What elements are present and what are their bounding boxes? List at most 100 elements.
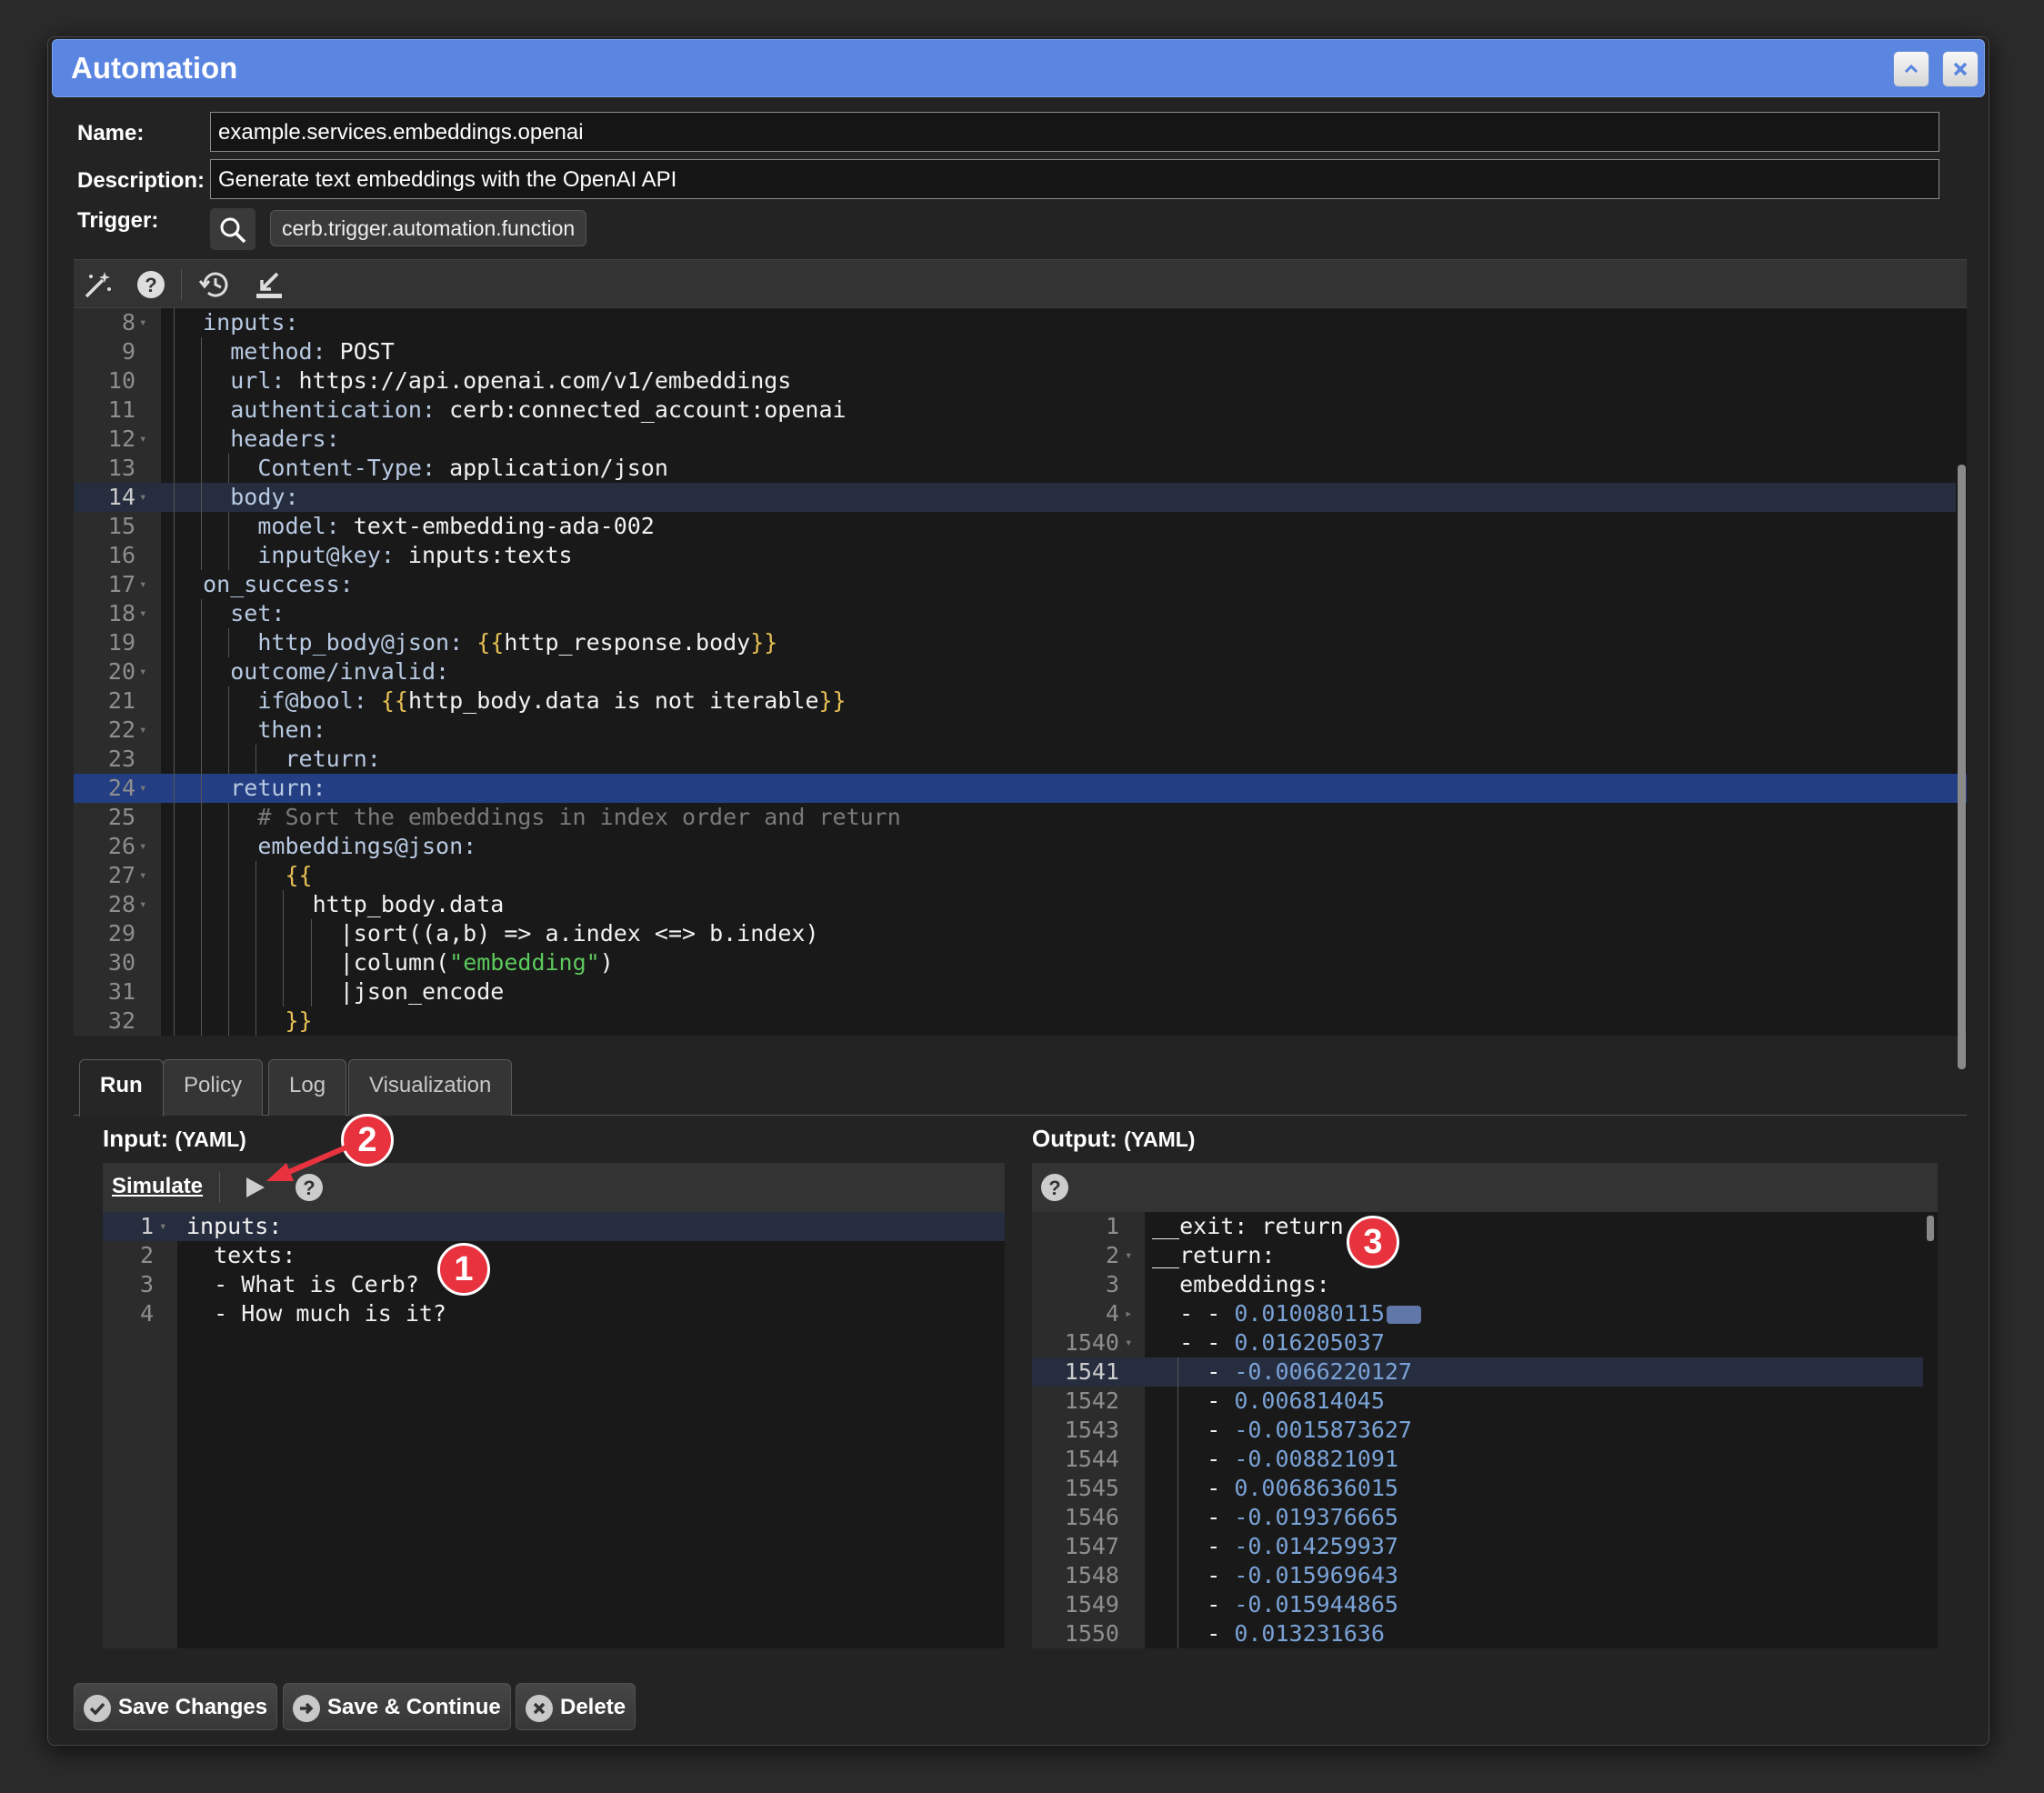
output-line[interactable]: 1544 - -0.008821091 [1032,1445,1923,1474]
code-line[interactable]: 30 |column("embedding") [74,948,1967,977]
code-line[interactable]: 31 |json_encode [74,977,1967,1007]
fold-toggle-icon[interactable]: ▾ [139,425,146,454]
close-button[interactable] [1942,51,1979,87]
fold-toggle-icon[interactable]: ▾ [159,1212,166,1241]
output-line[interactable]: 1542 - 0.006814045 [1032,1387,1923,1416]
embedding-value: 0.016205037 [1234,1329,1385,1356]
fold-toggle-icon[interactable]: ▾ [139,483,146,512]
tab-policy[interactable]: Policy [163,1059,264,1116]
input-line[interactable]: 3 - What is Cerb? [103,1270,1005,1299]
code-line[interactable]: 24 ▾ return: [74,774,1967,803]
code-text: input@key: inputs:texts [257,541,572,570]
simulate-link[interactable]: Simulate [112,1174,203,1199]
indent-guide [174,716,175,745]
code-line[interactable]: 13 Content-Type: application/json [74,454,1967,483]
code-line[interactable]: 16 input@key: inputs:texts [74,541,1967,570]
input-line[interactable]: 4 - How much is it? [103,1299,1005,1328]
fold-toggle-icon[interactable]: ▾ [139,774,146,803]
yaml-value: ) [599,949,614,976]
yaml-key: url: [230,367,286,394]
code-line[interactable]: 23 return: [74,745,1967,774]
annotation-arrow-icon [266,1144,350,1181]
dialog-titlebar[interactable]: Automation [52,39,1985,97]
code-line[interactable]: 17 ▾ on_success: [74,570,1967,599]
code-line[interactable]: 8 ▾ inputs: [74,308,1967,337]
output-line[interactable]: 4 ▸ - - 0.010080115 [1032,1299,1923,1328]
output-line[interactable]: 1547 - -0.014259937 [1032,1532,1923,1561]
code-line[interactable]: 19 http_body@json: {{http_response.body}} [74,628,1967,657]
line-number: 1547 [1064,1533,1119,1559]
help-icon[interactable]: ? [1039,1172,1070,1207]
output-line[interactable]: 1543 - -0.0015873627 [1032,1416,1923,1445]
save-continue-button[interactable]: Save & Continue [283,1683,511,1730]
code-line[interactable]: 15 model: text-embedding-ada-002 [74,512,1967,541]
fold-toggle-icon[interactable]: ▾ [139,657,146,686]
indent-guide [174,803,175,832]
code-line[interactable]: 32}} [74,1007,1967,1036]
editor-scrollbar[interactable] [1958,465,1966,1069]
tab-run[interactable]: Run [79,1059,164,1117]
fold-toggle-icon[interactable]: ▾ [139,570,146,599]
line-number: 14 [107,484,135,510]
output-line[interactable]: 1 __exit: return [1032,1212,1923,1241]
code-line[interactable]: 10 url: https://api.openai.com/v1/embeddi… [74,366,1967,396]
output-line[interactable]: 1545 - 0.0068636015 [1032,1474,1923,1503]
script-editor[interactable]: 8 ▾ inputs: 9 method: POST 10 url: https://api… [74,308,1967,1036]
indent-guide [201,425,203,454]
output-line[interactable]: 2 ▾ __return: [1032,1241,1923,1270]
fold-toggle-icon[interactable]: ▾ [139,308,146,337]
code-line[interactable]: 27 ▾ {{ [74,861,1967,890]
name-field[interactable]: example.services.embeddings.openai [210,112,1939,152]
collapse-button[interactable] [1893,51,1929,87]
fold-toggle-icon[interactable]: ▸ [1125,1299,1132,1328]
input-line[interactable]: 2 texts: [103,1241,1005,1270]
fold-toggle-icon[interactable]: ▾ [139,599,146,628]
output-line[interactable]: 1541 - -0.0066220127 [1032,1357,1923,1387]
code-line[interactable]: 21 if@bool: {{http_body.data is not itera… [74,686,1967,716]
output-line[interactable]: 1540 ▾ - - 0.016205037 [1032,1328,1923,1357]
history-icon[interactable] [198,269,232,305]
output-line[interactable]: 3 embeddings: [1032,1270,1923,1299]
tab-log[interactable]: Log [268,1059,347,1116]
fold-toggle-icon[interactable]: ▾ [139,716,146,745]
output-editor[interactable]: 1 __exit: return 2 ▾ __return: 3 embeddings: 4… [1032,1212,1938,1648]
indent-guide [174,483,175,512]
code-line[interactable]: 22 ▾ then: [74,716,1967,745]
output-scrollbar[interactable] [1927,1216,1934,1241]
fold-toggle-icon[interactable]: ▾ [1125,1328,1132,1357]
description-field[interactable]: Generate text embeddings with the OpenAI… [210,159,1939,199]
indent-guide [201,861,203,890]
tab-visualization[interactable]: Visualization [348,1059,513,1116]
code-line[interactable]: 18 ▾ set: [74,599,1967,628]
code-line[interactable]: 28 ▾ http_body.data [74,890,1967,919]
output-line[interactable]: 1548 - -0.015969643 [1032,1561,1923,1590]
code-line[interactable]: 26 ▾ embeddings@json: [74,832,1967,861]
fold-toggle-icon[interactable]: ▾ [1125,1241,1132,1270]
code-line[interactable]: 25 # Sort the embeddings in index order a… [74,803,1967,832]
output-line[interactable]: 1550 - 0.013231636 [1032,1619,1923,1648]
line-number: 2 [139,1242,154,1268]
output-line[interactable]: 1549 - -0.015944865 [1032,1590,1923,1619]
input-editor[interactable]: 1 ▾ inputs: 2 texts: 3 - What is Cerb? 4 - Ho… [103,1212,1005,1648]
input-line[interactable]: 1 ▾ inputs: [103,1212,1005,1241]
code-line[interactable]: 11 authentication: cerb:connected_account… [74,396,1967,425]
collapsed-ellipsis-icon[interactable] [1386,1306,1421,1324]
code-line[interactable]: 29 |sort((a,b) => a.index <=> b.index) [74,919,1967,948]
code-line[interactable]: 9 method: POST [74,337,1967,366]
code-line[interactable]: 14 ▾ body: [74,483,1956,512]
code-line[interactable]: 20 ▾ outcome/invalid: [74,657,1967,686]
fold-toggle-icon[interactable]: ▾ [139,861,146,890]
yaml-text: embeddings: [1152,1271,1330,1297]
fold-toggle-icon[interactable]: ▾ [139,890,146,919]
save-changes-button[interactable]: Save Changes [74,1683,278,1730]
trigger-search-button[interactable] [210,208,256,250]
trigger-chip[interactable]: cerb.trigger.automation.function [270,210,587,246]
export-icon[interactable] [254,269,285,305]
code-line[interactable]: 12 ▾ headers: [74,425,1967,454]
output-line[interactable]: 1546 - -0.019376665 [1032,1503,1923,1532]
magic-wand-icon[interactable] [83,269,114,305]
help-icon[interactable]: ? [135,269,166,305]
fold-toggle-icon[interactable]: ▾ [139,832,146,861]
line-number: 24 [107,775,135,801]
delete-button[interactable]: Delete [516,1683,636,1730]
